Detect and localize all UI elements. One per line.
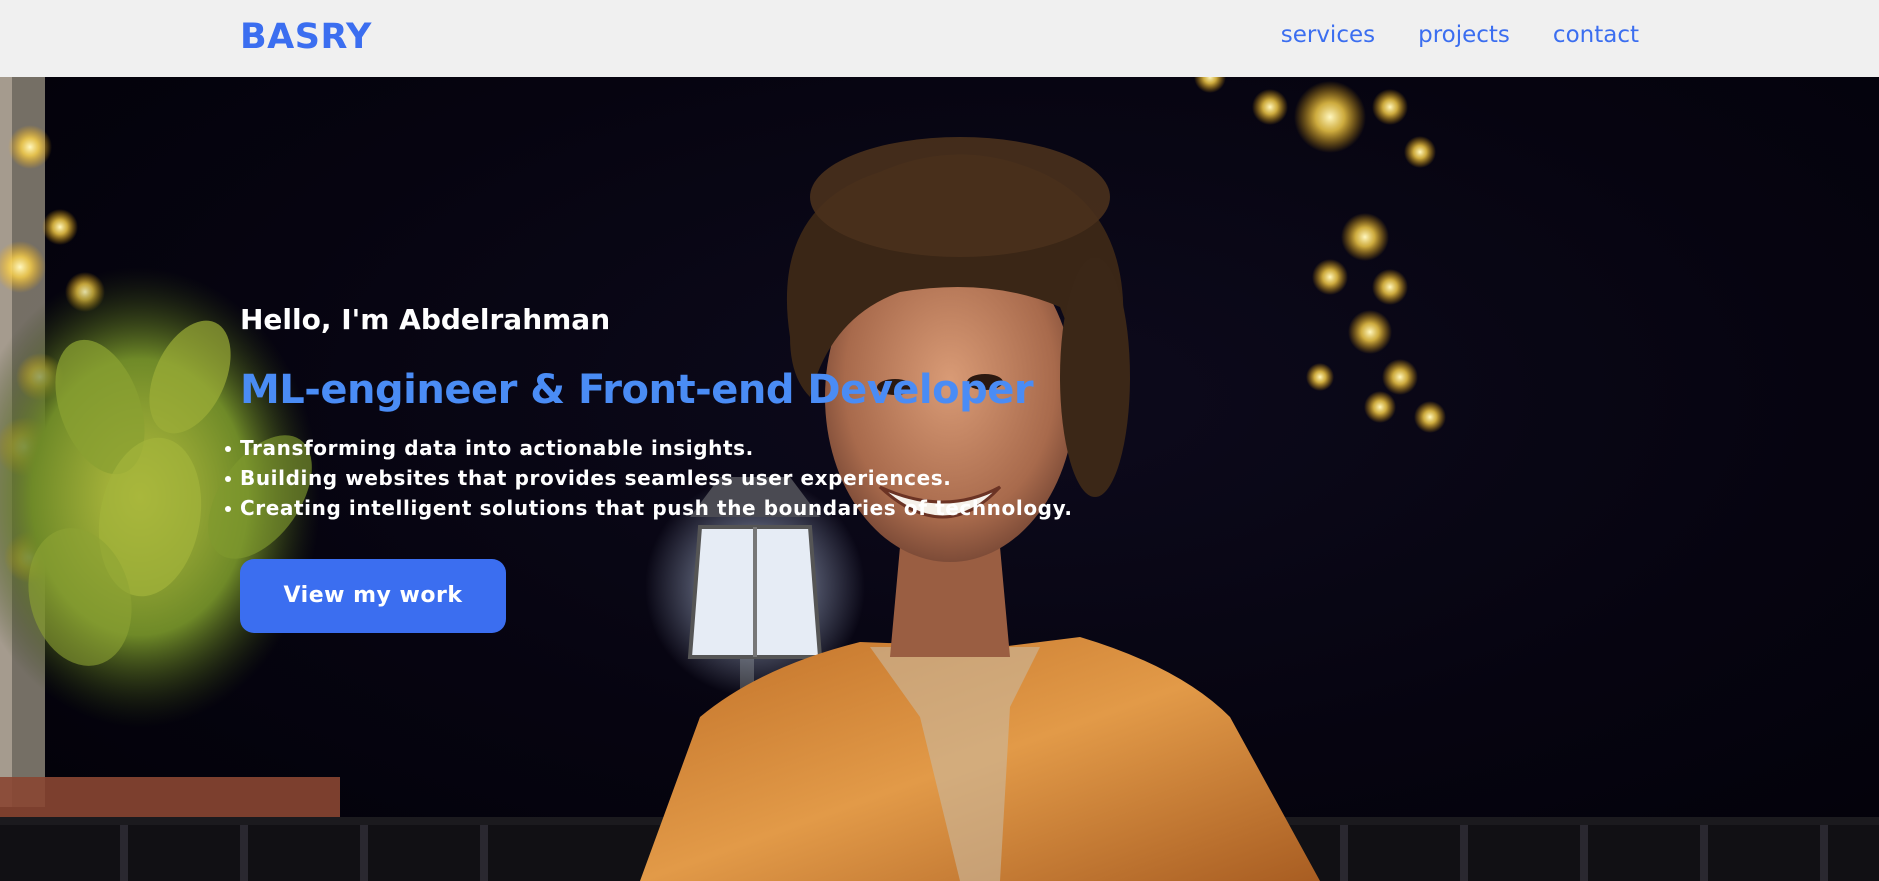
- nav-link-projects[interactable]: projects: [1418, 22, 1510, 48]
- hero-bullet-item: Building websites that provides seamless…: [225, 463, 1073, 493]
- hero-bullet-item: Creating intelligent solutions that push…: [225, 493, 1073, 523]
- hero-bullet-item: Transforming data into actionable insigh…: [225, 433, 1073, 463]
- hero-bullet-list: Transforming data into actionable insigh…: [225, 433, 1073, 523]
- view-my-work-button[interactable]: View my work: [240, 559, 506, 633]
- site-logo[interactable]: BASRY: [240, 17, 372, 57]
- hero-role-title: ML-engineer & Front-end Developer: [240, 367, 1034, 413]
- site-header: BASRY services projects contact: [0, 0, 1879, 77]
- nav-link-contact[interactable]: contact: [1553, 22, 1639, 48]
- nav-link-services[interactable]: services: [1281, 22, 1375, 48]
- hero-greeting: Hello, I'm Abdelrahman: [240, 303, 611, 336]
- hero-section: Hello, I'm Abdelrahman ML-engineer & Fro…: [0, 77, 1879, 881]
- main-nav: services projects contact: [1281, 22, 1639, 48]
- hero-content: Hello, I'm Abdelrahman ML-engineer & Fro…: [225, 303, 1073, 633]
